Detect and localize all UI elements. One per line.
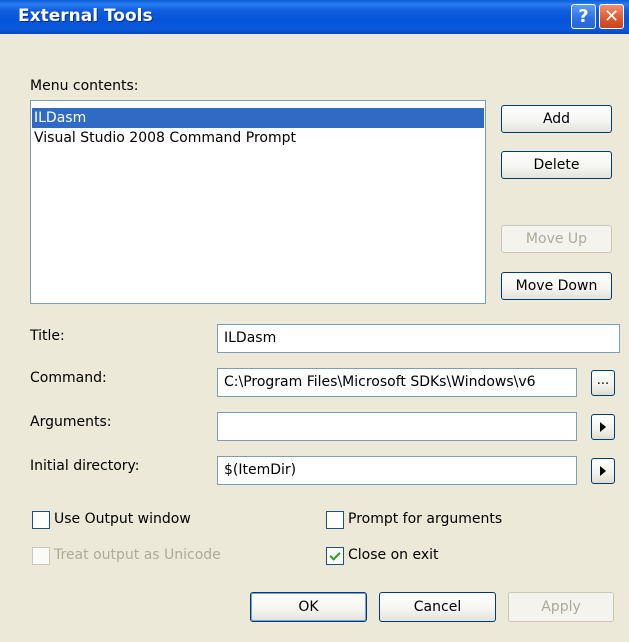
help-icon: ? [578, 6, 589, 27]
browse-button[interactable]: ... [591, 370, 615, 396]
command-label: Command: [30, 370, 107, 386]
initial-directory-input[interactable]: $(ItemDir) [217, 456, 577, 485]
arguments-label: Arguments: [30, 414, 112, 430]
menu-contents-list[interactable]: ILDasm Visual Studio 2008 Command Prompt [30, 100, 486, 304]
list-item-ildasm[interactable]: ILDasm [32, 108, 484, 128]
ok-button[interactable]: OK [250, 592, 367, 622]
move-up-button[interactable]: Move Up [501, 225, 612, 253]
title-label: Title: [30, 328, 65, 344]
checkmark-icon [329, 548, 341, 561]
title-input[interactable]: ILDasm [217, 324, 620, 353]
use-output-window-label[interactable]: Use Output window [54, 511, 191, 527]
menu-contents-label: Menu contents: [30, 78, 139, 94]
prompt-for-arguments-label[interactable]: Prompt for arguments [348, 511, 502, 527]
title-bar[interactable]: External Tools ? ✕ [0, 0, 629, 34]
apply-button[interactable]: Apply [508, 592, 614, 622]
arguments-menu-button[interactable] [591, 414, 615, 440]
initial-directory-label: Initial directory: [30, 458, 140, 474]
close-on-exit-checkbox[interactable] [326, 547, 344, 565]
arrow-right-icon [600, 466, 606, 476]
initial-directory-menu-button[interactable] [591, 458, 615, 484]
arguments-input[interactable] [217, 412, 577, 441]
command-input[interactable]: C:\Program Files\Microsoft SDKs\Windows\… [217, 368, 577, 397]
ellipsis-icon: ... [596, 372, 610, 388]
delete-button[interactable]: Delete [501, 151, 612, 179]
window-title: External Tools [18, 6, 153, 26]
close-icon: ✕ [603, 6, 620, 27]
cancel-button[interactable]: Cancel [379, 592, 496, 622]
external-tools-dialog: External Tools ? ✕ Menu contents: ILDasm… [0, 0, 629, 642]
arrow-right-icon [600, 422, 606, 432]
list-item-vs-command-prompt[interactable]: Visual Studio 2008 Command Prompt [32, 128, 484, 148]
close-button[interactable]: ✕ [599, 4, 624, 29]
treat-output-unicode-label[interactable]: Treat output as Unicode [54, 547, 221, 563]
prompt-for-arguments-checkbox[interactable] [326, 511, 344, 529]
treat-output-unicode-checkbox[interactable] [32, 547, 50, 565]
close-on-exit-label[interactable]: Close on exit [348, 547, 439, 563]
add-button[interactable]: Add [501, 105, 612, 133]
move-down-button[interactable]: Move Down [501, 272, 612, 300]
help-button[interactable]: ? [571, 4, 596, 29]
use-output-window-checkbox[interactable] [32, 511, 50, 529]
